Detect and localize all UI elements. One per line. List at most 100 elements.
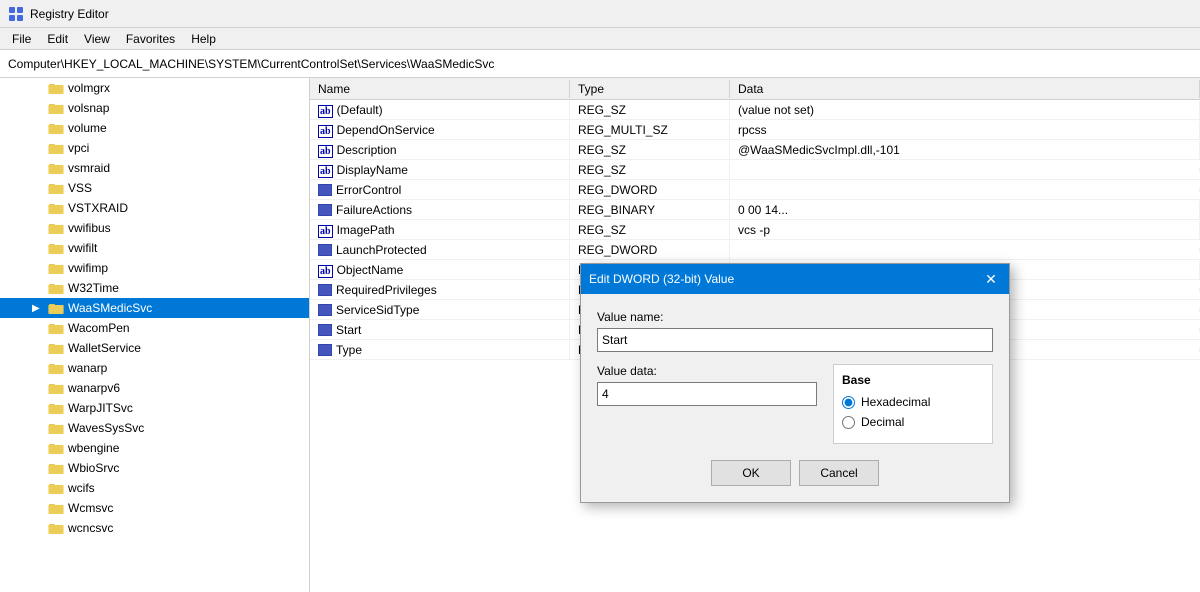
folder-icon [48,220,64,236]
ok-button[interactable]: OK [711,460,791,486]
tree-item-wanarpv6[interactable]: wanarpv6 [0,378,309,398]
value-data-input[interactable] [597,382,817,406]
tree-item-waasmedicsvc[interactable]: ▶ WaaSMedicSvc [0,298,309,318]
dword-icon [318,244,332,256]
base-label: Base [842,373,984,387]
tree-item-walletservice[interactable]: WalletService [0,338,309,358]
app-title: Registry Editor [30,7,109,21]
tree-item-label: Wcmsvc [68,501,113,515]
value-name-input[interactable] [597,328,993,352]
ab-icon: ab [318,225,333,238]
tree-item-wanarp[interactable]: wanarp [0,358,309,378]
value-data-label: Value data: [597,364,817,378]
registry-type-cell: REG_DWORD [570,181,730,199]
cancel-button[interactable]: Cancel [799,460,879,486]
menu-help[interactable]: Help [183,30,224,48]
tree-item-wavessyssvc[interactable]: WavesSysSvc [0,418,309,438]
tree-item-vstxraid[interactable]: VSTXRAID [0,198,309,218]
folder-icon [48,240,64,256]
registry-type-cell: REG_SZ [570,221,730,239]
registry-name-cell: LaunchProtected [310,241,570,259]
main-content: volmgrx volsnap volume vpci vsmraid VSS … [0,78,1200,592]
tree-item-label: vwifibus [68,221,111,235]
decimal-label: Decimal [861,415,904,429]
tree-item-label: volsnap [68,101,109,115]
tree-item-label: vsmraid [68,161,110,175]
registry-row[interactable]: abDescriptionREG_SZ@WaaSMedicSvcImpl.dll… [310,140,1200,160]
tree-item-wcifs[interactable]: wcifs [0,478,309,498]
registry-row[interactable]: ab(Default)REG_SZ(value not set) [310,100,1200,120]
registry-name-cell: Type [310,341,570,359]
registry-data-cell: (value not set) [730,101,1200,119]
registry-row[interactable]: ErrorControlREG_DWORD [310,180,1200,200]
tree-item-vwifibus[interactable]: vwifibus [0,218,309,238]
registry-name-text: ObjectName [337,263,404,277]
chevron-icon: ▶ [32,303,48,314]
tree-item-volmgrx[interactable]: volmgrx [0,78,309,98]
registry-row[interactable]: LaunchProtectedREG_DWORD [310,240,1200,260]
folder-icon [48,300,64,316]
tree-item-volume[interactable]: volume [0,118,309,138]
address-bar: Computer\HKEY_LOCAL_MACHINE\SYSTEM\Curre… [0,50,1200,78]
registry-name-cell: ab ObjectName [310,261,570,279]
registry-row[interactable]: FailureActionsREG_BINARY0 00 14... [310,200,1200,220]
registry-row[interactable]: abDisplayNameREG_SZ [310,160,1200,180]
tree-item-vss[interactable]: VSS [0,178,309,198]
hexadecimal-option[interactable]: Hexadecimal [842,395,984,409]
menu-bar: File Edit View Favorites Help [0,28,1200,50]
tree-item-label: W32Time [68,281,119,295]
tree-item-label: WaaSMedicSvc [68,301,152,315]
tree-item-wcncsvc[interactable]: wcncsvc [0,518,309,538]
dword-icon [318,304,332,316]
registry-data-cell [730,188,1200,192]
menu-favorites[interactable]: Favorites [118,30,183,48]
menu-edit[interactable]: Edit [39,30,76,48]
registry-data-cell: @WaaSMedicSvcImpl.dll,-101 [730,141,1200,159]
tree-item-wbiosrvc[interactable]: WbioSrvc [0,458,309,478]
dialog-body: Value name: Value data: Base Hexadecimal… [581,294,1009,502]
hexadecimal-radio[interactable] [842,396,855,409]
registry-name-cell: ab DependOnService [310,121,570,139]
tree-item-label: wanarpv6 [68,381,120,395]
tree-item-volsnap[interactable]: volsnap [0,98,309,118]
dialog-close-button[interactable]: ✕ [981,269,1001,289]
decimal-radio[interactable] [842,416,855,429]
address-path: Computer\HKEY_LOCAL_MACHINE\SYSTEM\Curre… [8,57,494,71]
tree-item-label: volume [68,121,107,135]
folder-icon [48,440,64,456]
tree-item-w32time[interactable]: W32Time [0,278,309,298]
ab-icon: ab [318,105,333,118]
registry-name-text: (Default) [337,103,383,117]
registry-type-cell: REG_MULTI_SZ [570,121,730,139]
tree-item-warpjitsvc[interactable]: WarpJITSvc [0,398,309,418]
folder-icon [48,460,64,476]
tree-item-vsmraid[interactable]: vsmraid [0,158,309,178]
folder-icon [48,340,64,356]
dword-icon [318,324,332,336]
dialog-title: Edit DWORD (32-bit) Value [589,272,734,286]
dword-icon [318,344,332,356]
registry-data-cell [730,168,1200,172]
folder-icon [48,200,64,216]
registry-name-cell: ab (Default) [310,101,570,119]
tree-item-vpci[interactable]: vpci [0,138,309,158]
folder-icon [48,420,64,436]
tree-item-vwifilt[interactable]: vwifilt [0,238,309,258]
tree-item-wbengine[interactable]: wbengine [0,438,309,458]
ab-icon: ab [318,265,333,278]
tree-item-wacompen[interactable]: WacomPen [0,318,309,338]
registry-data-cell: 0 00 14... [730,201,1200,219]
menu-view[interactable]: View [76,30,118,48]
registry-name-text: DependOnService [337,123,435,137]
registry-row[interactable]: abDependOnServiceREG_MULTI_SZrpcss [310,120,1200,140]
decimal-option[interactable]: Decimal [842,415,984,429]
ab-icon: ab [318,125,333,138]
registry-row[interactable]: abImagePathREG_SZvcs -p [310,220,1200,240]
tree-panel[interactable]: volmgrx volsnap volume vpci vsmraid VSS … [0,78,310,592]
tree-item-label: WavesSysSvc [68,421,144,435]
tree-item-label: WalletService [68,341,141,355]
tree-item-vwifimp[interactable]: vwifimp [0,258,309,278]
tree-item-wcmsvc[interactable]: Wcmsvc [0,498,309,518]
registry-name-text: LaunchProtected [336,243,427,257]
menu-file[interactable]: File [4,30,39,48]
